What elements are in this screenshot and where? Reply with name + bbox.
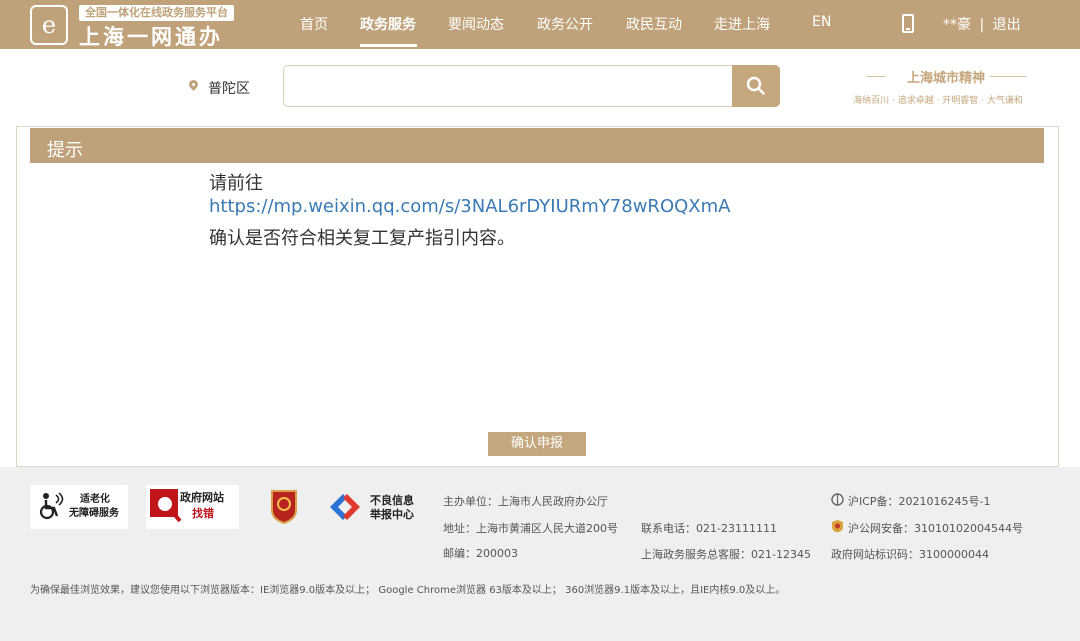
- spirit-divider-right: [990, 76, 1026, 77]
- gov-site-label-2: 找错: [192, 507, 214, 520]
- notice-link[interactable]: https://mp.weixin.qq.com/s/3NAL6rDYIURmY…: [209, 196, 730, 217]
- logo-name[interactable]: 上海一网通办: [79, 21, 223, 51]
- browser-note: 为确保最佳浏览效果，建议您使用以下浏览器版本：IE浏览器9.0版本及以上； Go…: [30, 585, 786, 596]
- nav-news[interactable]: 要闻动态: [448, 14, 504, 34]
- user-area: **豪 | 退出: [943, 14, 1021, 34]
- accessibility-badge[interactable]: 适老化 无障碍服务: [30, 485, 128, 529]
- phone-icon[interactable]: [902, 14, 914, 33]
- footer-police[interactable]: 沪公网安备：31010102004544号: [848, 520, 1023, 536]
- confirm-submit-button[interactable]: 确认申报: [488, 432, 586, 456]
- logo-tagline: 全国一体化在线政务服务平台: [79, 5, 234, 21]
- accessibility-label-1: 适老化: [80, 494, 110, 505]
- notice-panel: [16, 126, 1059, 467]
- accessibility-label-2: 无障碍服务: [69, 508, 119, 519]
- notice-line-3: 确认是否符合相关复工复产指引内容。: [209, 228, 515, 249]
- user-name[interactable]: **豪: [943, 17, 971, 33]
- footer-icp[interactable]: 沪ICP备：2021016245号-1: [848, 493, 991, 509]
- search-icon: [746, 76, 765, 95]
- user-separator: |: [979, 17, 985, 33]
- logo-glyph: e: [41, 11, 57, 39]
- nav-active-indicator: [360, 44, 417, 47]
- footer-hotline: 上海政务服务总客服：021-12345: [641, 548, 811, 561]
- notice-header: [30, 128, 1044, 163]
- nav-interaction[interactable]: 政民互动: [626, 14, 682, 34]
- nav-gov-affairs[interactable]: 政务公开: [537, 14, 593, 34]
- logo-icon[interactable]: e: [30, 5, 68, 45]
- party-shield-icon[interactable]: [269, 488, 299, 524]
- magnifier-icon: [150, 489, 182, 523]
- wheelchair-icon: [39, 492, 64, 520]
- notice-line-1: 请前往: [209, 173, 263, 194]
- top-nav-bar: e 全国一体化在线政务服务平台 上海一网通办 首页 政务服务 要闻动态 政务公开…: [0, 0, 1080, 49]
- gov-site-label-1: 政府网站: [180, 491, 224, 504]
- footer-sponsor: 主办单位：上海市人民政府办公厅: [443, 495, 608, 508]
- gov-site-error-badge[interactable]: 政府网站 找错: [146, 485, 239, 529]
- footer-phone: 联系电话：021-23111111: [641, 522, 777, 535]
- icp-icon: [831, 493, 844, 506]
- district-selector[interactable]: 普陀区: [208, 78, 250, 98]
- logout-link[interactable]: 退出: [993, 17, 1021, 33]
- notice-title: 提示: [47, 140, 83, 161]
- search-button[interactable]: [732, 65, 780, 107]
- map-pin-icon: [187, 78, 200, 91]
- report-label-2: 举报中心: [370, 508, 414, 521]
- police-badge-icon: [832, 520, 843, 533]
- city-spirit-subtitle: 海纳百川 · 追求卓越 · 开明睿智 · 大气谦和: [853, 96, 1023, 106]
- footer-address: 地址：上海市黄浦区人民大道200号: [443, 522, 618, 535]
- search-input[interactable]: [283, 65, 733, 107]
- nav-about-shanghai[interactable]: 走进上海: [714, 14, 770, 34]
- nav-gov-services[interactable]: 政务服务: [360, 14, 416, 34]
- report-center-icon[interactable]: [328, 492, 362, 522]
- footer-postcode: 邮编：200003: [443, 547, 518, 560]
- nav-home[interactable]: 首页: [300, 14, 328, 34]
- nav-english[interactable]: EN: [812, 14, 831, 30]
- report-label-1: 不良信息: [370, 494, 414, 507]
- footer-site-id: 政府网站标识码：3100000044: [831, 548, 989, 561]
